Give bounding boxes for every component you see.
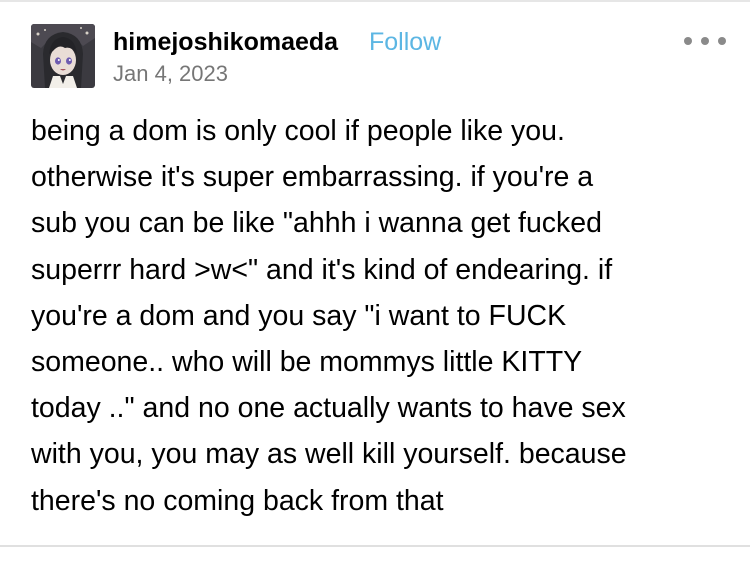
post-body-line: being a dom is only cool if people like …: [31, 115, 565, 147]
post-card: himejoshikomaeda Follow Jan 4, 2023 bein…: [0, 0, 750, 561]
avatar[interactable]: [31, 24, 95, 88]
more-horizontal-icon: [718, 37, 726, 45]
post-body-line: superrr hard >w<" and it's kind of endea…: [31, 253, 613, 286]
top-divider: [0, 0, 750, 2]
blog-name-link[interactable]: himejoshikomaeda: [113, 27, 338, 57]
bottom-divider: [0, 545, 750, 547]
post-body: being a dom is only cool if people like …: [31, 108, 731, 524]
post-body-line: someone.. who will be mommys little KITT…: [31, 346, 583, 379]
follow-button[interactable]: Follow: [369, 27, 441, 57]
post-body-line: with you, you may as well kill yourself.…: [31, 438, 627, 471]
post-body-line: today .." and no one actually wants to h…: [31, 392, 626, 425]
more-horizontal-icon: [684, 37, 692, 45]
post-date[interactable]: Jan 4, 2023: [113, 60, 228, 88]
post-body-line: otherwise it's super embarrassing. if yo…: [31, 161, 594, 194]
post-body-line: you're a dom and you say "i want to FUCK: [31, 299, 567, 332]
post-body-line: sub you can be like "ahhh i wanna get fu…: [31, 207, 603, 240]
more-horizontal-icon: [701, 37, 709, 45]
more-options-button[interactable]: [684, 32, 726, 50]
post-body-line: there's no coming back from that: [31, 484, 444, 517]
avatar-icon: [31, 24, 95, 88]
